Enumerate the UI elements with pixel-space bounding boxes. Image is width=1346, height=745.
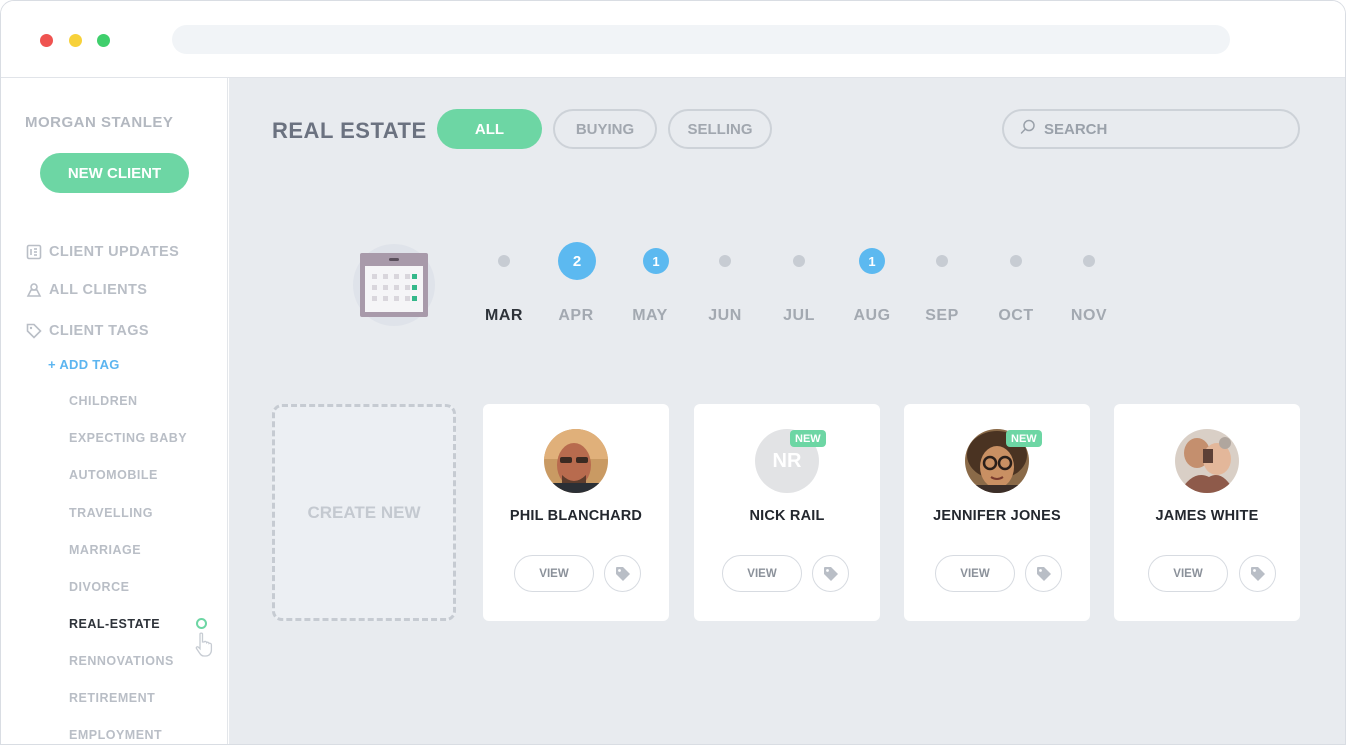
month-dot-jun[interactable] bbox=[719, 255, 731, 267]
tag-icon bbox=[25, 322, 43, 340]
tag-children[interactable]: CHILDREN bbox=[69, 394, 138, 408]
close-window-button[interactable] bbox=[40, 34, 53, 47]
tag-real-estate[interactable]: REAL-ESTATE bbox=[69, 617, 160, 631]
address-bar[interactable] bbox=[172, 25, 1230, 54]
tag-divorce[interactable]: DIVORCE bbox=[69, 580, 129, 594]
view-client-button[interactable]: VIEW bbox=[1148, 555, 1228, 592]
tag-client-button[interactable] bbox=[1025, 555, 1062, 592]
new-client-button[interactable]: NEW CLIENT bbox=[40, 153, 189, 193]
client-card[interactable]: NR NEW NICK RAIL VIEW bbox=[694, 404, 880, 621]
month-label-sep[interactable]: SEP bbox=[912, 307, 972, 325]
month-label-nov[interactable]: NOV bbox=[1059, 307, 1119, 325]
tag-employment[interactable]: EMPLOYMENT bbox=[69, 728, 162, 742]
client-name: JAMES WHITE bbox=[1155, 508, 1259, 524]
filter-buying-button[interactable]: BUYING bbox=[553, 109, 657, 149]
nav-client-tags[interactable]: CLIENT TAGS bbox=[25, 322, 149, 340]
sidebar: MORGAN STANLEY NEW CLIENT CLIENT UPDATES… bbox=[1, 78, 228, 744]
tag-icon bbox=[1250, 566, 1265, 581]
month-label-apr[interactable]: APR bbox=[546, 307, 606, 325]
updates-icon bbox=[25, 243, 43, 261]
nav-all-clients[interactable]: ALL CLIENTS bbox=[25, 281, 147, 299]
client-avatar bbox=[1175, 429, 1239, 493]
view-client-button[interactable]: VIEW bbox=[722, 555, 802, 592]
nav-client-tags-label: CLIENT TAGS bbox=[49, 323, 149, 339]
tag-icon bbox=[615, 566, 630, 581]
tag-travelling[interactable]: TRAVELLING bbox=[69, 506, 153, 520]
minimize-window-button[interactable] bbox=[69, 34, 82, 47]
view-client-button[interactable]: VIEW bbox=[514, 555, 594, 592]
month-label-jun[interactable]: JUN bbox=[695, 307, 755, 325]
month-label-may[interactable]: MAY bbox=[620, 307, 680, 325]
tag-client-button[interactable] bbox=[1239, 555, 1276, 592]
tag-retirement[interactable]: RETIREMENT bbox=[69, 691, 155, 705]
month-dot-sep[interactable] bbox=[936, 255, 948, 267]
month-dot-oct[interactable] bbox=[1010, 255, 1022, 267]
calendar-badge bbox=[353, 244, 435, 326]
client-name: PHIL BLANCHARD bbox=[509, 508, 643, 524]
filter-selling-button[interactable]: SELLING bbox=[668, 109, 772, 149]
tag-client-button[interactable] bbox=[604, 555, 641, 592]
create-new-card[interactable]: CREATE NEW bbox=[272, 404, 456, 621]
client-name: NICK RAIL bbox=[749, 508, 825, 524]
window-titlebar bbox=[1, 1, 1345, 78]
clients-icon bbox=[25, 281, 43, 299]
client-card[interactable]: JAMES WHITE VIEW bbox=[1114, 404, 1300, 621]
nav-all-clients-label: ALL CLIENTS bbox=[49, 282, 148, 298]
filter-all-button[interactable]: ALL bbox=[437, 109, 542, 149]
maximize-window-button[interactable] bbox=[97, 34, 110, 47]
client-card[interactable]: NEW JENNIFER JONES VIEW bbox=[904, 404, 1090, 621]
month-label-oct[interactable]: OCT bbox=[986, 307, 1046, 325]
month-count-aug[interactable]: 1 bbox=[859, 248, 885, 274]
month-dot-mar[interactable] bbox=[498, 255, 510, 267]
tag-icon bbox=[1036, 566, 1051, 581]
add-tag-link[interactable]: + ADD TAG bbox=[48, 357, 120, 372]
month-label-aug[interactable]: AUG bbox=[842, 307, 902, 325]
tag-client-button[interactable] bbox=[812, 555, 849, 592]
search-box[interactable] bbox=[1002, 109, 1300, 149]
month-dot-jul[interactable] bbox=[793, 255, 805, 267]
month-count-apr[interactable]: 2 bbox=[558, 242, 596, 280]
client-avatar bbox=[544, 429, 608, 493]
tag-rennovations[interactable]: RENNOVATIONS bbox=[69, 654, 174, 668]
month-count-may[interactable]: 1 bbox=[643, 248, 669, 274]
nav-client-updates-label: CLIENT UPDATES bbox=[49, 244, 180, 260]
client-card[interactable]: PHIL BLANCHARD VIEW bbox=[483, 404, 669, 621]
page-title: REAL ESTATE bbox=[272, 118, 427, 143]
tag-expecting-baby[interactable]: EXPECTING BABY bbox=[69, 431, 187, 445]
tag-icon bbox=[823, 566, 838, 581]
main-content: REAL ESTATE ALL BUYING SELLING SEARCH 2 … bbox=[229, 78, 1345, 744]
nav-client-updates[interactable]: CLIENT UPDATES bbox=[25, 243, 179, 261]
brand-name: MORGAN STANLEY bbox=[25, 114, 174, 131]
month-label-mar[interactable]: MAR bbox=[474, 307, 534, 325]
view-client-button[interactable]: VIEW bbox=[935, 555, 1015, 592]
hand-cursor-icon bbox=[195, 632, 213, 657]
search-icon bbox=[1020, 119, 1036, 140]
browser-window: MORGAN STANLEY NEW CLIENT CLIENT UPDATES… bbox=[0, 0, 1346, 745]
tag-automobile[interactable]: AUTOMOBILE bbox=[69, 468, 158, 482]
month-dot-nov[interactable] bbox=[1083, 255, 1095, 267]
tag-marriage[interactable]: MARRIAGE bbox=[69, 543, 141, 557]
month-label-jul[interactable]: JUL bbox=[769, 307, 829, 325]
active-tag-indicator bbox=[196, 618, 207, 629]
search-input[interactable] bbox=[1044, 120, 1274, 138]
calendar-icon bbox=[360, 253, 428, 317]
client-name: JENNIFER JONES bbox=[933, 508, 1061, 524]
new-badge: NEW bbox=[1006, 430, 1042, 447]
new-badge: NEW bbox=[790, 430, 826, 447]
